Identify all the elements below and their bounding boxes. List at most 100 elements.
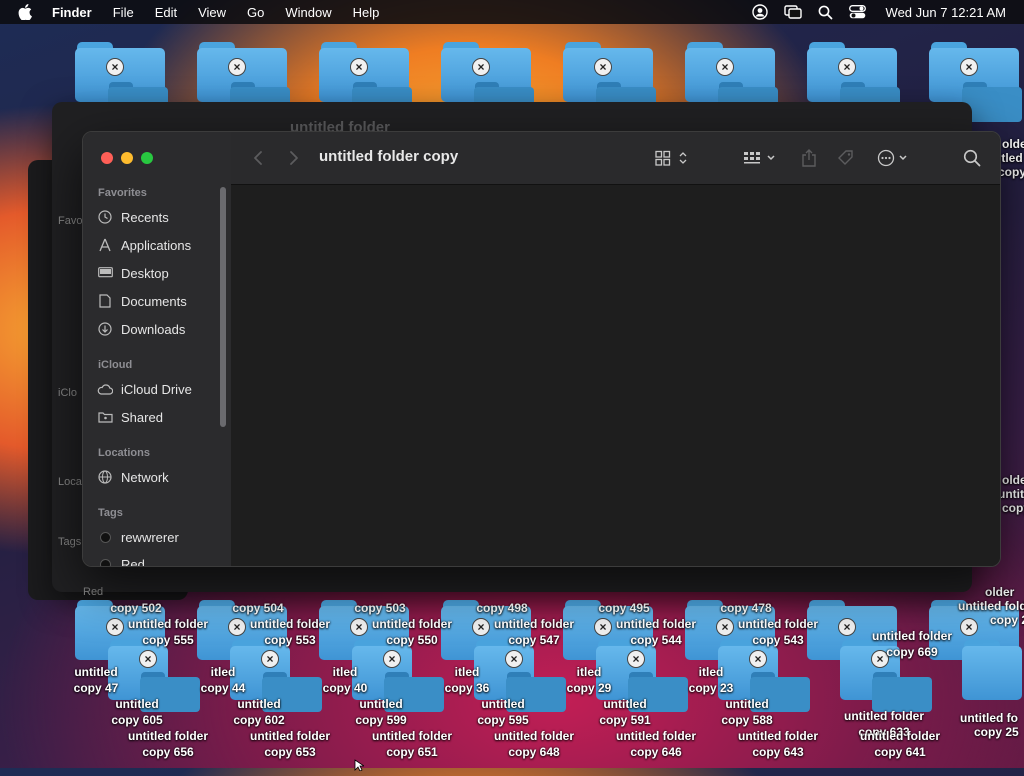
desktop-folder-label: itled copy 44 xyxy=(200,665,246,695)
more-actions-button[interactable] xyxy=(877,148,911,168)
minimize-window-button[interactable] xyxy=(121,152,133,164)
download-icon xyxy=(97,321,113,337)
sidebar-item-downloads[interactable]: Downloads xyxy=(97,318,185,340)
file-content-area[interactable] xyxy=(231,185,1000,566)
shared-folder-icon xyxy=(97,409,113,425)
zoom-window-button[interactable] xyxy=(141,152,153,164)
sidebar-item-documents[interactable]: Documents xyxy=(97,290,187,312)
bg-sidebar-favorites: Favo xyxy=(58,215,83,227)
sidebar-item-icloud-drive[interactable]: iCloud Drive xyxy=(97,378,192,400)
sidebar-item-label: iCloud Drive xyxy=(121,381,192,397)
remove-badge-icon: × xyxy=(383,650,401,668)
share-icon[interactable] xyxy=(801,148,817,168)
remove-badge-icon: × xyxy=(594,58,612,76)
desktop-folder-label: untitled folder copy 648 xyxy=(494,729,574,759)
sidebar-item-shared[interactable]: Shared xyxy=(97,406,163,428)
sidebar-header-icloud: iCloud xyxy=(98,359,133,371)
mouse-cursor-icon xyxy=(354,758,366,776)
desktop-folder-label: untitled folder copy 643 xyxy=(738,729,818,759)
desktop-folder[interactable] xyxy=(962,640,1022,700)
desktop-folder-label: untitled copy 595 xyxy=(477,697,529,727)
remove-badge-icon: × xyxy=(505,650,523,668)
menu-clock[interactable]: Wed Jun 7 12:21 AM xyxy=(886,5,1006,20)
desktop-folder-label: copy 25 xyxy=(974,725,1019,739)
bg-sidebar-red: Red xyxy=(83,586,104,598)
desktop-folder-label: copy 502 xyxy=(110,601,162,615)
desktop-folder-label: itled copy 36 xyxy=(444,665,490,695)
group-by-button[interactable] xyxy=(743,148,779,168)
sidebar-item-label: Documents xyxy=(121,293,187,309)
window-title: untitled folder copy xyxy=(319,148,459,165)
desktop-folder-label: untitled folder copy 669 xyxy=(872,629,952,659)
sidebar-item-label: Red xyxy=(121,556,145,567)
search-icon[interactable] xyxy=(963,148,981,168)
desktop-folder-label: untitled folder copy 641 xyxy=(860,729,940,759)
sidebar-scrollbar[interactable] xyxy=(220,187,226,427)
menu-go[interactable]: Go xyxy=(247,5,264,20)
desktop-folder-label: itled copy 40 xyxy=(322,665,368,695)
desktop-folder-label: untitled copy 602 xyxy=(233,697,285,727)
bg-sidebar-locations: Loca xyxy=(58,476,82,488)
remove-badge-icon: × xyxy=(749,650,767,668)
control-center-icon[interactable] xyxy=(848,5,866,19)
sidebar-item-network[interactable]: Network xyxy=(97,466,169,488)
desktop-folder-label: untitled copy 605 xyxy=(111,697,163,727)
remove-badge-icon: × xyxy=(960,58,978,76)
sidebar-tag-rewwrerer[interactable]: rewwrerer xyxy=(97,526,179,548)
desktop-folder-label: untitled folder copy 653 xyxy=(250,729,330,759)
menu-help[interactable]: Help xyxy=(353,5,380,20)
back-button[interactable] xyxy=(253,148,263,168)
sidebar-tag-red[interactable]: Red xyxy=(97,553,145,567)
menu-edit[interactable]: Edit xyxy=(155,5,177,20)
desktop-icon xyxy=(97,265,113,281)
remove-badge-icon: × xyxy=(838,58,856,76)
remove-badge-icon: × xyxy=(106,58,124,76)
sidebar-item-applications[interactable]: Applications xyxy=(97,234,191,256)
desktop-folder-label: copy 478 xyxy=(720,601,772,615)
menu-view[interactable]: View xyxy=(198,5,226,20)
desktop-folder-label: untitled folder copy 555 xyxy=(128,617,208,647)
sidebar-item-label: Network xyxy=(121,469,169,485)
desktop-folder-label: untitled folder copy 646 xyxy=(616,729,696,759)
desktop-folder-label: itled copy 29 xyxy=(566,665,612,695)
desktop-folder-label: untitled folder copy 543 xyxy=(738,617,818,647)
desktop-folder-label: untitled copy 599 xyxy=(355,697,407,727)
bg-sidebar-tags: Tags xyxy=(58,536,82,548)
close-window-button[interactable] xyxy=(101,152,113,164)
menu-finder[interactable]: Finder xyxy=(52,5,92,20)
remove-badge-icon: × xyxy=(960,618,978,636)
view-mode-button[interactable] xyxy=(655,148,691,168)
remove-badge-icon: × xyxy=(472,58,490,76)
screen-mirroring-icon[interactable] xyxy=(783,5,802,19)
desktop-folder-label: copy 25 xyxy=(1002,501,1024,515)
desktop-folder-label: untitled copy 591 xyxy=(599,697,651,727)
tag-icon[interactable] xyxy=(837,148,855,168)
desktop-folder-label: untitled folder copy 547 xyxy=(494,617,574,647)
desktop-folder-label: copy 504 xyxy=(232,601,284,615)
sidebar-item-label: Downloads xyxy=(121,321,186,337)
remove-badge-icon: × xyxy=(716,58,734,76)
desktop-folder-label: untitled folder copy 651 xyxy=(372,729,452,759)
apple-menu-icon[interactable] xyxy=(18,4,34,20)
bg-sidebar-icloud: iClo xyxy=(58,387,77,399)
user-account-icon[interactable] xyxy=(751,4,768,20)
menu-file[interactable]: File xyxy=(113,5,134,20)
sidebar-item-label: Shared xyxy=(121,409,163,425)
sidebar-header-tags: Tags xyxy=(98,507,123,519)
forward-button[interactable] xyxy=(289,148,299,168)
sidebar: Favorites Recents Applications Desktop D… xyxy=(83,132,232,566)
sidebar-item-recents[interactable]: Recents xyxy=(97,206,169,228)
tag-dot-icon xyxy=(97,529,113,545)
menu-window[interactable]: Window xyxy=(285,5,331,20)
desktop-folder-label: copy 498 xyxy=(476,601,528,615)
cloud-icon xyxy=(97,381,113,397)
sidebar-item-desktop[interactable]: Desktop xyxy=(97,262,169,284)
menu-bar: Finder File Edit View Go Window Help Wed… xyxy=(0,0,1024,24)
sidebar-item-label: Desktop xyxy=(121,265,169,281)
spotlight-search-icon[interactable] xyxy=(818,5,833,20)
desktop-folder-small[interactable] xyxy=(872,672,932,712)
remove-badge-icon: × xyxy=(139,650,157,668)
desktop-folder-label: itled copy 23 xyxy=(688,665,734,695)
sidebar-header-locations: Locations xyxy=(98,447,150,459)
desktop-folder-label: copy 495 xyxy=(598,601,650,615)
